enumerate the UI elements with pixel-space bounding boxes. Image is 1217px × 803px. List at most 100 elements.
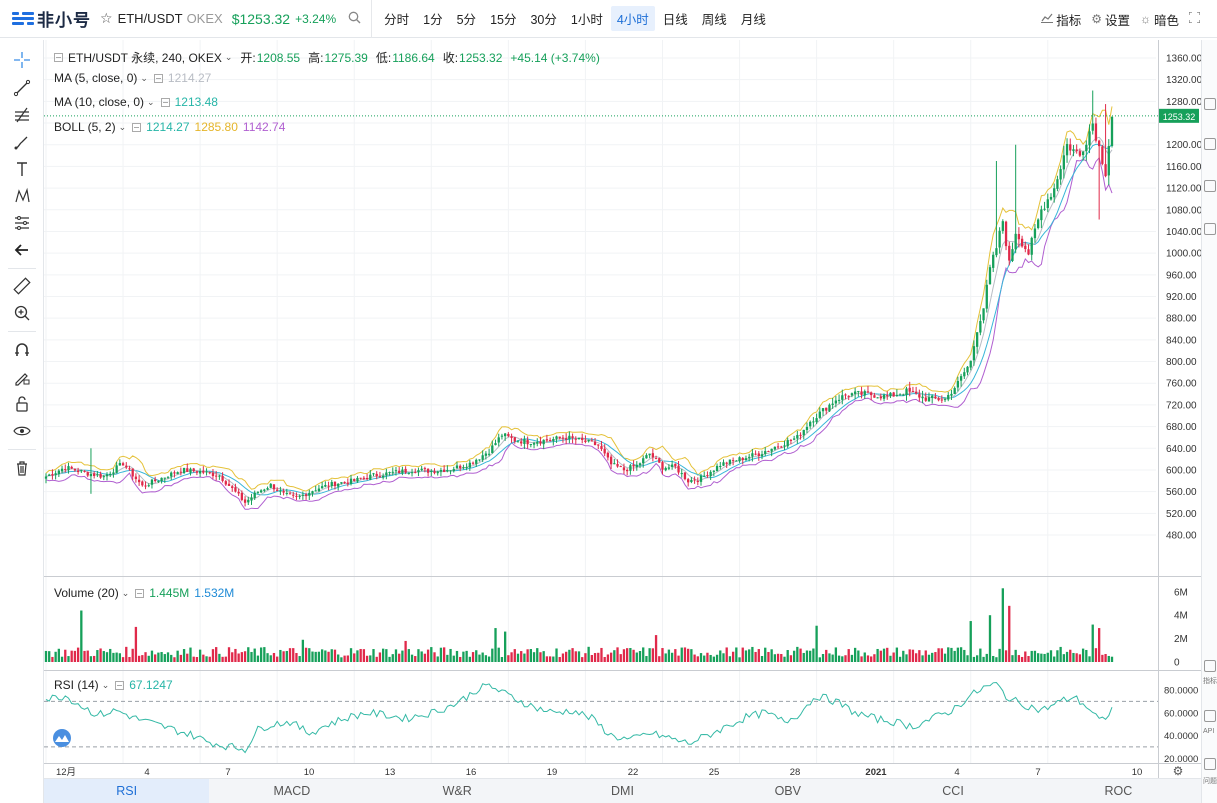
panel-icon[interactable] xyxy=(1204,180,1216,192)
crosshair-icon[interactable] xyxy=(10,48,34,72)
price-tick-label: 960.00 xyxy=(1166,270,1197,281)
back-arrow-icon[interactable] xyxy=(10,238,34,262)
search-icon[interactable] xyxy=(348,11,361,27)
ma10-legend[interactable]: MA (10, close, 0) ⌄ 1213.48 xyxy=(54,95,218,109)
settings-button[interactable]: ⚙ 设置 xyxy=(1091,10,1130,29)
ruler-icon[interactable] xyxy=(10,274,34,298)
candle xyxy=(1017,233,1021,240)
chart-area[interactable]: 1253.32 1360.00 1320.00 1280.00 1200.00 1160.… xyxy=(44,40,1201,778)
volume-bar xyxy=(699,653,703,662)
tab-rsi[interactable]: RSI xyxy=(44,779,210,803)
candle xyxy=(507,433,510,437)
interval-1[interactable]: 1分 xyxy=(417,6,448,31)
volume-bar xyxy=(54,651,57,662)
interval-2[interactable]: 5分 xyxy=(451,6,482,31)
candle xyxy=(166,477,170,479)
theme-toggle[interactable]: ☼ 暗色 xyxy=(1140,10,1179,29)
interval-7[interactable]: 日线 xyxy=(657,6,694,31)
time-tick-label: 12月 xyxy=(56,767,76,778)
candle xyxy=(876,397,879,399)
api-icon[interactable] xyxy=(1204,710,1216,722)
tab-cci[interactable]: CCI xyxy=(870,779,1035,803)
trend-line-icon[interactable] xyxy=(10,76,34,100)
interval-4[interactable]: 30分 xyxy=(524,6,562,31)
interval-0[interactable]: 分时 xyxy=(378,6,415,31)
fib-tool-icon[interactable] xyxy=(10,103,34,127)
volume-bar xyxy=(295,653,298,662)
logo[interactable]: 非小号 xyxy=(12,6,100,31)
candle xyxy=(635,464,638,468)
symbol-selector[interactable]: ☆ ETH/USDT OKEX $1253.32 +3.24% xyxy=(100,0,373,38)
candle xyxy=(1046,199,1049,208)
candle xyxy=(365,477,369,480)
eye-icon[interactable] xyxy=(10,419,34,443)
tab-obv[interactable]: OBV xyxy=(705,779,870,803)
volume-bar xyxy=(770,649,773,662)
candle xyxy=(330,482,333,487)
interval-8[interactable]: 周线 xyxy=(696,6,733,31)
volume-bar xyxy=(102,651,105,662)
candle xyxy=(1081,151,1085,156)
magnet-icon[interactable] xyxy=(10,338,34,362)
ma5-legend[interactable]: MA (5, close, 0) ⌄ 1214.27 xyxy=(54,71,211,85)
volume-bar xyxy=(667,649,671,662)
panel-icon[interactable] xyxy=(1204,98,1216,110)
panel-icon[interactable] xyxy=(1204,138,1216,150)
candle xyxy=(780,446,783,448)
tab-macd[interactable]: MACD xyxy=(209,779,374,803)
interval-9[interactable]: 月线 xyxy=(735,6,772,31)
lock-drawing-icon[interactable] xyxy=(10,365,34,389)
price-chart[interactable]: 1253.32 1360.00 1320.00 1280.00 1200.00 1160.… xyxy=(44,40,1201,778)
volume-bar xyxy=(860,656,863,662)
boll-legend[interactable]: BOLL (5, 2) ⌄ 1214.27 1285.80 1142.74 xyxy=(54,120,285,134)
volume-bar xyxy=(670,652,674,662)
volume-legend[interactable]: Volume (20) ⌄ 1.445M 1.532M xyxy=(54,586,234,600)
tab-dmi[interactable]: DMI xyxy=(540,779,705,803)
tab-roc[interactable]: ROC xyxy=(1036,779,1201,803)
collapse-legend-icon[interactable] xyxy=(54,53,63,62)
zoom-in-icon[interactable] xyxy=(10,301,34,325)
tab-wr[interactable]: W&R xyxy=(375,779,540,803)
volume-bar xyxy=(754,651,757,662)
candle xyxy=(510,436,513,438)
interval-6[interactable]: 4小时 xyxy=(610,6,655,31)
candle xyxy=(157,480,160,482)
volume-bar xyxy=(131,648,134,662)
rsi-legend[interactable]: RSI (14) ⌄ 67.1247 xyxy=(54,678,173,692)
brush-icon[interactable] xyxy=(10,130,34,154)
indicators-icon xyxy=(1041,12,1054,26)
volume-bar xyxy=(410,654,414,662)
volume-bar xyxy=(748,649,751,662)
price-tick-label: 680.00 xyxy=(1166,422,1197,433)
candle xyxy=(696,481,699,483)
help-icon[interactable] xyxy=(1204,758,1216,770)
pattern-tool-icon[interactable] xyxy=(10,184,34,208)
interval-3[interactable]: 15分 xyxy=(484,6,522,31)
candle xyxy=(523,439,526,444)
candle xyxy=(529,444,532,446)
candle xyxy=(154,479,157,482)
candle xyxy=(924,397,927,401)
text-tool-icon[interactable] xyxy=(10,157,34,181)
price-tick-label: 1360.00 xyxy=(1166,54,1201,65)
favorite-star-icon[interactable]: ☆ xyxy=(100,10,113,27)
indicator-panel-icon[interactable] xyxy=(1204,660,1216,672)
fullscreen-button[interactable] xyxy=(1188,11,1203,26)
volume-bar xyxy=(285,650,288,662)
unlock-icon[interactable] xyxy=(10,392,34,416)
right-label-api: API xyxy=(1203,728,1215,735)
candle xyxy=(738,457,741,462)
axis-settings-gear-icon: ⚙ xyxy=(1173,764,1184,778)
candle xyxy=(1056,179,1059,189)
measure-tool-icon[interactable] xyxy=(10,211,34,235)
trash-icon[interactable] xyxy=(10,456,34,480)
volume-bar xyxy=(227,647,231,662)
interval-5[interactable]: 1小时 xyxy=(565,6,609,31)
indicators-button[interactable]: 指标 xyxy=(1041,10,1081,29)
panel-icon[interactable] xyxy=(1204,223,1216,235)
price-tick-label: 1160.00 xyxy=(1166,162,1201,173)
candle xyxy=(809,421,812,427)
candle xyxy=(57,470,60,475)
pair-name[interactable]: ETH/USDT xyxy=(118,11,183,26)
candle xyxy=(433,471,436,474)
